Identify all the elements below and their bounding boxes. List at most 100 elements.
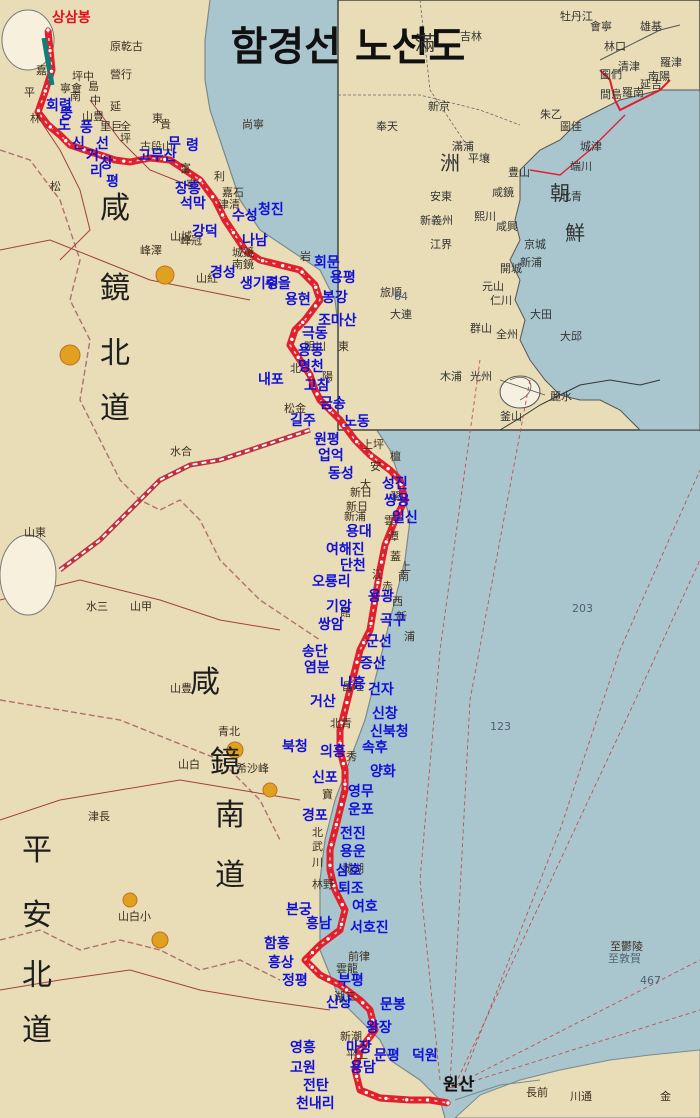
station-label[interactable]: 전진 bbox=[340, 825, 366, 842]
station-label[interactable]: 용광 bbox=[368, 588, 394, 605]
station-label[interactable]: 원평 bbox=[314, 431, 340, 448]
station-label[interactable]: 운포 bbox=[348, 802, 374, 818]
station-label[interactable]: 동성 bbox=[328, 466, 354, 482]
station-label[interactable]: 퇴조 bbox=[338, 881, 364, 897]
station-label[interactable]: 문평 bbox=[374, 1047, 400, 1064]
station-label[interactable]: 흥상 bbox=[268, 954, 294, 971]
station-label[interactable]: 오룡리 bbox=[312, 574, 351, 590]
station-label[interactable]: 령 bbox=[186, 138, 199, 154]
station-label[interactable]: 송단 bbox=[302, 643, 328, 660]
station-label[interactable]: 길주 bbox=[290, 413, 316, 429]
station-label[interactable]: 용현 bbox=[285, 292, 311, 308]
inset-label: 奉天 bbox=[376, 119, 398, 133]
station-label[interactable]: 장흥 bbox=[175, 180, 201, 197]
station-dot bbox=[368, 620, 374, 627]
station-label[interactable]: 정평 bbox=[282, 972, 308, 989]
station-label[interactable]: 나남 bbox=[242, 232, 268, 249]
station-label[interactable]: 청진 bbox=[258, 201, 284, 218]
station-label[interactable]: 봉강 bbox=[322, 289, 348, 306]
station-dot bbox=[342, 781, 348, 787]
station-label[interactable]: 흥남 bbox=[306, 915, 332, 932]
station-label[interactable]: 서호진 bbox=[350, 919, 389, 936]
station-label[interactable]: 경성 bbox=[210, 264, 236, 281]
station-label[interactable]: 쌍용 bbox=[384, 493, 410, 509]
station-label[interactable]: 강덕 bbox=[192, 223, 218, 240]
station-label[interactable]: 건자 bbox=[368, 681, 394, 698]
station-label[interactable]: 군선 bbox=[366, 634, 392, 650]
station-label[interactable]: 선 bbox=[96, 136, 109, 152]
station-label[interactable]: 양화 bbox=[370, 764, 396, 780]
station-label[interactable]: 쌍암 bbox=[318, 616, 344, 633]
station-label[interactable]: 덕원 bbox=[412, 1047, 438, 1064]
base-label: 上坪 bbox=[362, 438, 384, 451]
station-label[interactable]: 마장 bbox=[346, 1039, 372, 1056]
inset-label: 滿浦 bbox=[452, 140, 474, 153]
station-label[interactable]: 고원 bbox=[290, 1060, 316, 1076]
station-label[interactable]: 단천 bbox=[340, 557, 366, 574]
station-label[interactable]: 명천 bbox=[298, 358, 324, 375]
inset-label: 雄基 bbox=[640, 19, 662, 33]
station-dot bbox=[219, 212, 226, 218]
station-label[interactable]: 삼호 bbox=[336, 863, 362, 879]
base-label: 延 bbox=[110, 100, 121, 113]
station-label[interactable]: 주을 bbox=[265, 276, 291, 292]
station-label[interactable]: 무 bbox=[168, 136, 181, 152]
station-label[interactable]: 업억 bbox=[318, 448, 344, 464]
base-label: 上 bbox=[400, 560, 411, 573]
station-label[interactable]: 신북청 bbox=[370, 724, 409, 740]
station-label[interactable]: 속후 bbox=[362, 740, 388, 756]
station-label[interactable]: 석막 bbox=[180, 195, 206, 212]
station-label[interactable]: 평 bbox=[106, 173, 119, 190]
station-label[interactable]: 도 bbox=[58, 118, 71, 134]
station-label[interactable]: 내포 bbox=[258, 372, 284, 388]
province-char: 鏡 bbox=[100, 271, 130, 306]
station-label[interactable]: 곡구 bbox=[380, 613, 406, 629]
station-label[interactable]: 기암 bbox=[326, 598, 352, 615]
station-label[interactable]: 신 bbox=[72, 136, 85, 152]
station-label[interactable]: 나흥 bbox=[340, 675, 366, 692]
station-label[interactable]: 영흥 bbox=[290, 1039, 316, 1056]
station-label[interactable]: 경포 bbox=[302, 807, 328, 824]
station-label[interactable]: 전탄 bbox=[303, 1077, 329, 1094]
inset-label: 圖佳 bbox=[560, 119, 582, 133]
station-label[interactable]: 여해진 bbox=[326, 541, 365, 558]
base-label: 津長 bbox=[88, 810, 110, 823]
station-label[interactable]: 염분 bbox=[304, 660, 330, 676]
station-label[interactable]: 창 bbox=[100, 155, 113, 172]
station-label[interactable]: 수성 bbox=[232, 208, 258, 224]
station-label[interactable]: 용동 bbox=[298, 343, 324, 359]
station-label[interactable]: 문봉 bbox=[380, 997, 406, 1013]
station-label[interactable]: 용평 bbox=[330, 269, 356, 286]
station-label[interactable]: 용대 bbox=[346, 524, 372, 540]
station-label[interactable]: 함흥 bbox=[264, 935, 290, 952]
station-label[interactable]: 여호 bbox=[352, 898, 378, 915]
station-label[interactable]: 신포 bbox=[312, 770, 338, 786]
station-label[interactable]: 영무 bbox=[348, 783, 374, 800]
station-label[interactable]: 풍 bbox=[80, 120, 93, 136]
station-label[interactable]: 신창 bbox=[372, 705, 398, 722]
station-label[interactable]: 거산 bbox=[310, 693, 336, 710]
terminal-south[interactable]: 원산 bbox=[443, 1075, 475, 1095]
station-label[interactable]: 일신 bbox=[392, 510, 418, 526]
station-label[interactable]: 회문 bbox=[314, 255, 340, 271]
station-label[interactable]: 금송 bbox=[320, 396, 346, 412]
inset-label: 新浦 bbox=[520, 255, 542, 269]
station-label[interactable]: 의흥 bbox=[320, 743, 346, 760]
station-dot bbox=[385, 465, 391, 472]
station-label[interactable]: 신상 bbox=[326, 995, 352, 1011]
station-label[interactable]: 고참 bbox=[304, 378, 330, 394]
station-label[interactable]: 증산 bbox=[360, 655, 386, 672]
station-label[interactable]: 천내리 bbox=[296, 1096, 335, 1112]
station-label[interactable]: 북청 bbox=[282, 739, 308, 755]
station-label[interactable]: 용담 bbox=[350, 1059, 376, 1076]
terminal-north[interactable]: 상삼봉 bbox=[52, 10, 91, 26]
station-label[interactable]: 노동 bbox=[344, 414, 370, 430]
base-label: 東 bbox=[338, 340, 349, 353]
station-label[interactable]: 용운 bbox=[340, 844, 366, 860]
station-label[interactable]: 극동 bbox=[302, 326, 328, 342]
province-char: 道 bbox=[22, 1013, 52, 1048]
station-label[interactable]: 성진 bbox=[382, 475, 408, 492]
station-label[interactable]: 왕장 bbox=[366, 1019, 392, 1036]
station-label[interactable]: 부평 bbox=[338, 972, 364, 989]
inset-label: 釜山 bbox=[500, 409, 522, 423]
